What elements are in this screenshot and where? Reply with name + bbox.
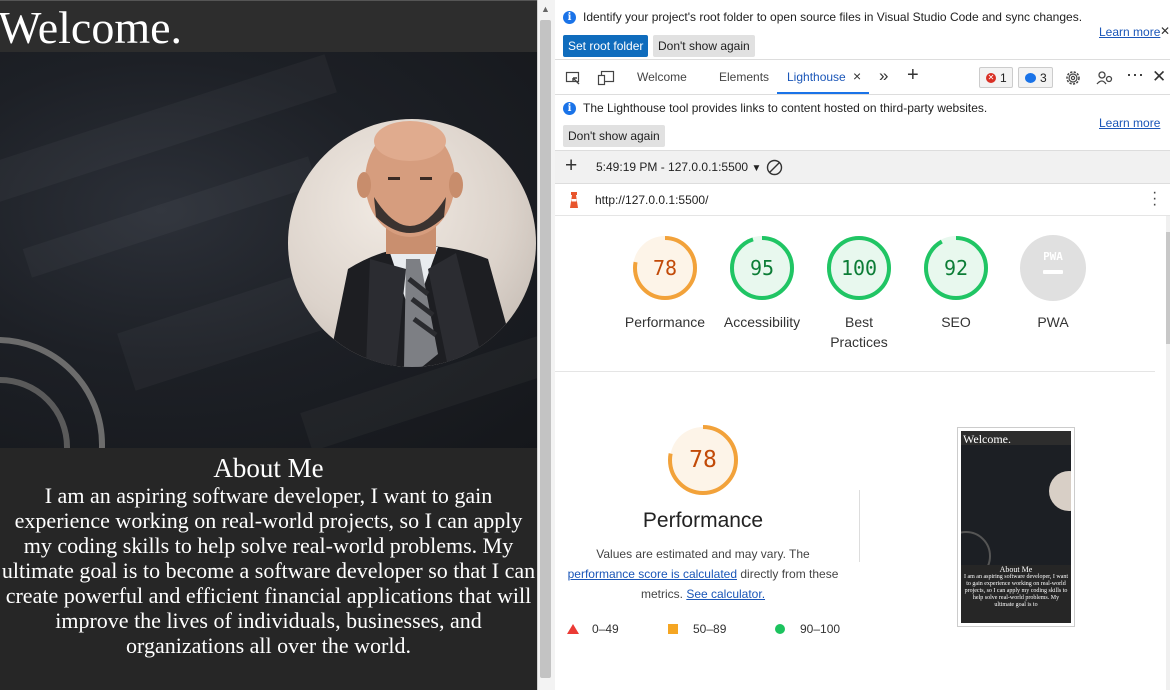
legend-range-average: 50–89 <box>693 622 727 636</box>
about-heading: About Me <box>213 453 324 483</box>
message-icon <box>1025 73 1036 83</box>
performance-heading: Performance <box>642 509 764 532</box>
score-value: 78 <box>652 256 678 280</box>
score-value: PWA <box>1020 235 1086 301</box>
score-label: SEO <box>941 314 971 330</box>
report-url-bar: http://127.0.0.1:5500/ · · · <box>555 184 1170 216</box>
section-divider <box>859 490 860 562</box>
score-gauge-pwa[interactable]: PWA <box>1020 235 1086 301</box>
performance-gauge-large: 78 <box>667 424 739 496</box>
website-preview: Welcome. About Me I am an aspiring softw… <box>0 0 537 690</box>
score-calculated-link[interactable]: performance score is calculated <box>568 567 737 581</box>
score-gauge-accessibility[interactable]: 95 <box>729 235 795 301</box>
new-report-icon[interactable]: + <box>565 154 577 178</box>
performance-score-large: 78 <box>689 447 717 473</box>
clear-reports-icon[interactable] <box>766 159 783 179</box>
feedback-people-icon[interactable] <box>1096 69 1114 90</box>
dont-show-again-button[interactable]: Don't show again <box>563 125 665 147</box>
info-icon: i <box>563 102 576 115</box>
about-paragraph: I am an aspiring software developer, I w… <box>1 483 536 658</box>
error-count-badge[interactable]: ✕ 1 <box>979 67 1013 88</box>
kebab-menu-icon[interactable]: · · · <box>1152 185 1157 213</box>
error-count: 1 <box>1000 71 1007 85</box>
inspect-element-icon[interactable] <box>565 70 581 89</box>
page-scrollbar-thumb[interactable] <box>540 20 551 678</box>
thumbnail-about-heading: About Me <box>999 565 1033 574</box>
dont-show-again-button[interactable]: Don't show again <box>653 35 755 57</box>
site-header: Welcome. <box>0 0 537 53</box>
error-icon: ✕ <box>986 73 996 83</box>
score-value: 100 <box>840 256 878 280</box>
active-tab-indicator <box>777 92 869 94</box>
set-root-folder-button[interactable]: Set root folder <box>563 35 649 57</box>
hero-banner <box>0 52 537 448</box>
chevron-down-icon: ▼ <box>751 163 762 174</box>
score-gauge-seo[interactable]: 92 <box>923 235 989 301</box>
pwa-badge-text: PWA <box>1043 250 1063 263</box>
learn-more-link[interactable]: Learn more <box>1099 25 1160 39</box>
learn-more-link[interactable]: Learn more <box>1099 116 1160 130</box>
tab-elements[interactable]: Elements <box>719 70 769 84</box>
devtools-panel: i Identify your project's root folder to… <box>555 0 1170 690</box>
report-url: http://127.0.0.1:5500/ <box>595 193 709 207</box>
tab-welcome[interactable]: Welcome <box>637 70 687 84</box>
lighthouse-icon <box>567 191 581 212</box>
scroll-up-icon[interactable]: ▲ <box>541 4 550 14</box>
tab-lighthouse-close-icon[interactable]: × <box>853 68 861 84</box>
score-label: Performance <box>624 314 706 330</box>
thumbnail-about-text: I am an aspiring software developer, I w… <box>963 574 1069 608</box>
performance-description: Values are estimated and may vary. The p… <box>563 544 843 604</box>
legend-range-pass: 90–100 <box>800 622 841 636</box>
report-selector[interactable]: 5:49:19 PM - 127.0.0.1:5500 ▼ <box>596 160 761 174</box>
fail-triangle-icon <box>567 624 579 634</box>
info-icon: i <box>563 11 576 24</box>
profile-photo <box>288 119 536 367</box>
score-value: 92 <box>943 256 969 280</box>
score-label: Accessibility <box>723 314 801 330</box>
settings-gear-icon[interactable] <box>1064 69 1082 90</box>
tab-lighthouse[interactable]: Lighthouse <box>787 70 846 84</box>
report-timestamp: 5:49:19 PM - 127.0.0.1:5500 <box>596 160 749 174</box>
site-title: Welcome. <box>0 2 183 53</box>
infobar-message: The Lighthouse tool provides links to co… <box>583 101 988 115</box>
close-icon[interactable]: ✕ <box>1160 24 1170 38</box>
more-options-icon[interactable]: ⋯ <box>1126 65 1144 86</box>
lighthouse-infobar: i The Lighthouse tool provides links to … <box>555 95 1170 151</box>
thumbnail-title: Welcome. <box>963 432 1012 446</box>
score-gauge-best-practices[interactable]: 100 <box>826 235 892 301</box>
message-count-badge[interactable]: 3 <box>1018 67 1053 88</box>
more-tabs-icon[interactable]: » <box>879 66 888 86</box>
pwa-dash-icon <box>1043 270 1063 274</box>
message-count: 3 <box>1040 71 1047 85</box>
average-square-icon <box>668 624 678 634</box>
infobar-message: Identify your project's root folder to o… <box>583 10 1083 24</box>
device-emulation-icon[interactable] <box>597 70 615 89</box>
close-devtools-icon[interactable]: ✕ <box>1152 67 1166 87</box>
score-label: PWA <box>1037 314 1069 330</box>
score-label: Best Practices <box>830 314 888 350</box>
about-section: About Me I am an aspiring software devel… <box>0 448 537 690</box>
description-text: metrics. <box>640 587 683 601</box>
performance-section: 78 Performance Values are estimated and … <box>555 372 1155 690</box>
description-text: Values are estimated and may vary. The <box>596 547 810 561</box>
score-legend: 0–49 50–89 90–100 <box>567 622 867 640</box>
score-gauge-performance[interactable]: 78 <box>632 235 698 301</box>
devtools-tabbar: Welcome Elements Lighthouse × » + ✕ 1 3 … <box>555 60 1170 95</box>
legend-range-fail: 0–49 <box>592 622 619 636</box>
add-tab-icon[interactable]: + <box>907 64 919 87</box>
pass-circle-icon <box>775 624 785 634</box>
page-screenshot-thumbnail[interactable]: Welcome. About Me I am an aspiring softw… <box>957 427 1075 627</box>
category-scores: 78 Performance 95 Accessibility 100 Best Prac… <box>555 216 1155 372</box>
lighthouse-report-bar: + 5:49:19 PM - 127.0.0.1:5500 ▼ <box>555 151 1170 184</box>
vscode-infobar: i Identify your project's root folder to… <box>555 0 1170 60</box>
description-text: directly from these <box>740 567 839 581</box>
report-scrollbar-thumb[interactable] <box>1166 232 1170 344</box>
score-value: 95 <box>749 256 775 280</box>
see-calculator-link[interactable]: See calculator. <box>686 587 765 601</box>
